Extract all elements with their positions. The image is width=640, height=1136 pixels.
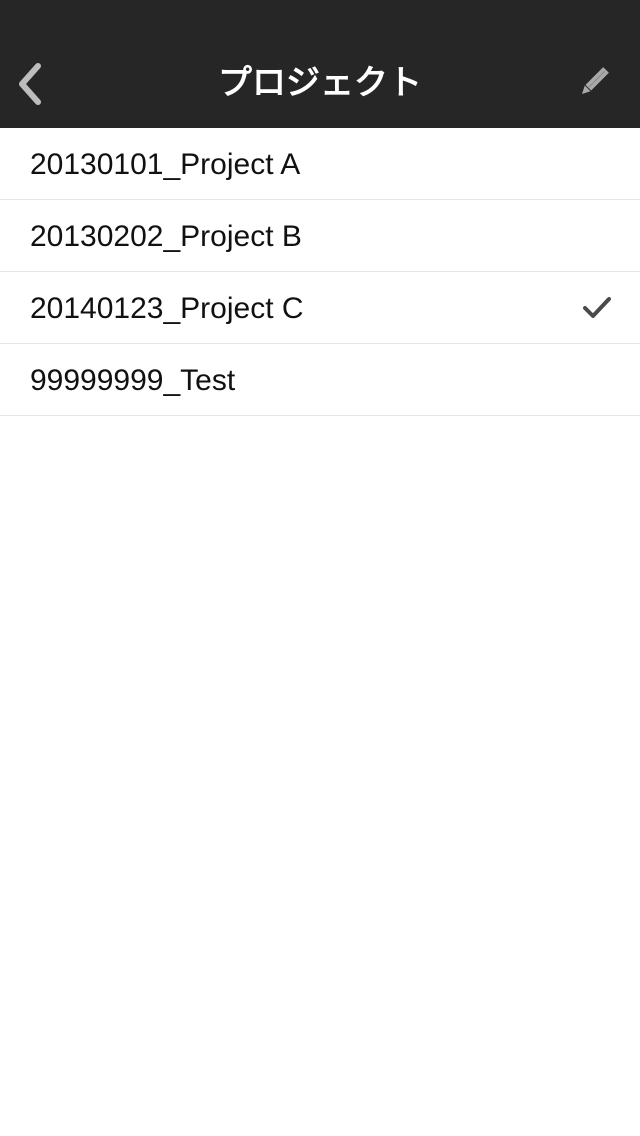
list-item[interactable]: 20130202_Project B: [0, 200, 640, 272]
pencil-icon: [581, 67, 609, 95]
list-item[interactable]: 99999999_Test: [0, 344, 640, 416]
navigation-bar: プロジェクト: [0, 0, 640, 128]
chevron-left-icon: [19, 63, 41, 105]
back-button[interactable]: [8, 56, 52, 112]
project-name: 20130101_Project A: [30, 148, 301, 181]
list-item[interactable]: 20130101_Project A: [0, 128, 640, 200]
project-name: 20140123_Project C: [30, 292, 304, 325]
checkmark-icon: [583, 297, 611, 318]
edit-button[interactable]: [568, 58, 620, 106]
project-name: 99999999_Test: [30, 364, 236, 397]
list-item[interactable]: 20140123_Project C: [0, 272, 640, 344]
project-name: 20130202_Project B: [30, 220, 302, 253]
project-list: 20130101_Project A 20130202_Project B 20…: [0, 128, 640, 416]
page-title: プロジェクト: [218, 63, 422, 103]
